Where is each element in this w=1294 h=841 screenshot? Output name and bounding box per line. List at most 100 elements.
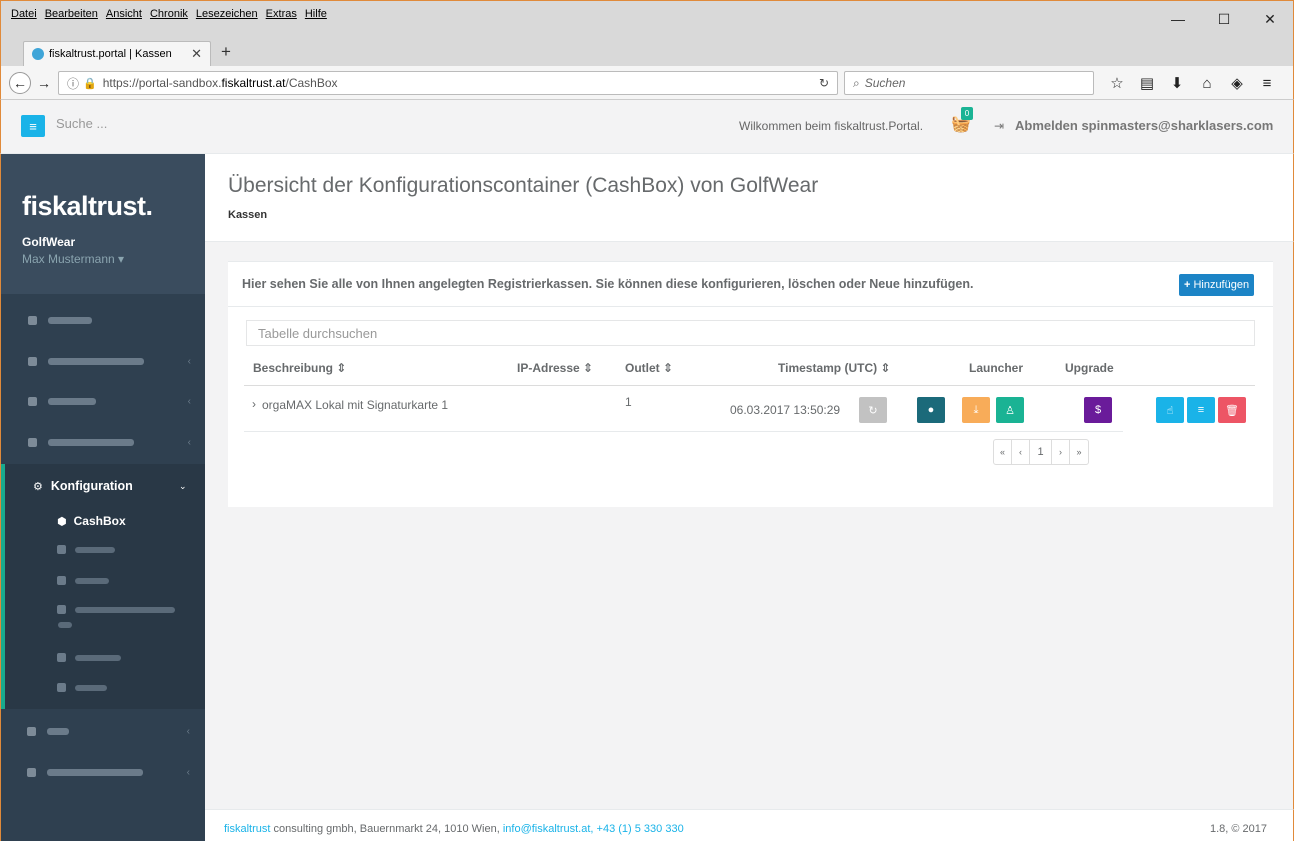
sidebar-item-uebersicht[interactable]	[1, 304, 205, 336]
globe-icon[interactable]: ●	[917, 397, 945, 423]
trash-icon[interactable]: 🗑	[1218, 397, 1246, 423]
col-header-description[interactable]: Beschreibung ⇕	[253, 361, 346, 375]
app-search-input[interactable]: Suche ...	[56, 116, 107, 131]
pocket-icon[interactable]: ◈	[1225, 72, 1249, 94]
col-header-ip[interactable]: IP-Adresse ⇕	[517, 361, 593, 375]
wrench-icon	[57, 683, 66, 692]
sidebar-sub-template[interactable]	[57, 653, 121, 662]
menu-datei[interactable]: Datei	[11, 8, 37, 20]
footer-brand-link[interactable]: fiskaltrust	[224, 823, 270, 835]
add-button[interactable]: + Hinzufügen	[1179, 274, 1255, 296]
menu-ansicht[interactable]: Ansicht	[106, 8, 142, 20]
info-icon[interactable]: ⓘ	[67, 75, 79, 92]
menu-chronik[interactable]: Chronik	[150, 8, 188, 20]
refresh-icon[interactable]: ↻	[859, 397, 887, 423]
chevron-left-icon: ‹	[187, 395, 191, 407]
menu-lesezeichen[interactable]: Lesezeichen	[196, 8, 258, 20]
pager-prev-button[interactable]: ‹	[1012, 440, 1030, 464]
new-tab-button[interactable]: +	[221, 42, 231, 62]
sidebar-sub-label	[75, 606, 175, 613]
pagination: « ‹ 1 › »	[993, 439, 1089, 465]
user-dropdown[interactable]: Max Mustermann ▾	[22, 252, 124, 266]
company-name: GolfWear	[22, 235, 76, 249]
browser-search-input[interactable]: ⌕ Suchen	[844, 71, 1094, 95]
col-header-timestamp[interactable]: Timestamp (UTC) ⇕	[778, 361, 891, 375]
sidebar-sub-scu-line2	[58, 622, 72, 628]
footer-phone-link[interactable]: , +43 (1) 5 330 330	[590, 823, 683, 835]
download-icon[interactable]: ⬇	[1165, 72, 1189, 94]
bookmark-star-icon[interactable]: ☆	[1105, 72, 1129, 94]
sidebar-sub-scu[interactable]	[57, 605, 175, 614]
logout-link[interactable]: Abmelden spinmasters@sharklasers.com	[1015, 118, 1273, 133]
sidebar-item-label	[48, 316, 92, 324]
chevron-left-icon: ‹	[186, 725, 190, 737]
sidebar-sub-cashbox[interactable]: ⬢ CashBox	[57, 514, 126, 528]
sidebar-sub-helper[interactable]	[57, 576, 109, 585]
browser-toolbar: ☆ ▤ ⬇ ⌂ ◈ ≡	[1105, 72, 1279, 94]
sidebar-item-kassenbetreiber[interactable]: ‹	[1, 426, 205, 458]
pager-last-button[interactable]: »	[1070, 440, 1088, 464]
close-window-button[interactable]: ✕	[1247, 1, 1293, 37]
pager-page-button[interactable]: 1	[1030, 440, 1052, 464]
sidebar-sub-queue[interactable]	[57, 545, 115, 554]
sidebar-item-konfiguration[interactable]: ⚙ Konfiguration	[33, 479, 133, 493]
browser-menus: Datei Bearbeiten Ansicht Chronik Lesezei…	[11, 8, 327, 20]
col-header-outlet[interactable]: Outlet ⇕	[625, 361, 673, 375]
row-expand-chevron-icon[interactable]: ›	[252, 397, 256, 411]
browser-navbar: ← → ⓘ 🔒 https://portal-sandbox. fiskaltru…	[0, 66, 1294, 100]
sidebar-item-shop[interactable]: ‹	[0, 715, 204, 747]
browser-menubar: Datei Bearbeiten Ansicht Chronik Lesezei…	[0, 0, 1294, 40]
reading-list-icon[interactable]: ▤	[1135, 72, 1159, 94]
forward-button[interactable]: →	[33, 72, 55, 94]
dashboard-icon	[28, 315, 37, 325]
logo[interactable]: fiskaltrust.	[22, 191, 153, 222]
back-button[interactable]: ←	[9, 72, 31, 94]
browser-tab[interactable]: fiskaltrust.portal | Kassen ✕	[23, 41, 211, 66]
sidebar-sub-label	[75, 654, 121, 661]
pointer-icon[interactable]: ☝	[1156, 397, 1184, 423]
menu-bearbeiten[interactable]: Bearbeiten	[45, 8, 98, 20]
sidebar-sub-label	[75, 577, 109, 584]
pager-first-button[interactable]: «	[994, 440, 1012, 464]
sidebar-sub-label: CashBox	[73, 514, 126, 528]
maximize-button[interactable]: ☐	[1201, 1, 1247, 37]
menu-extras[interactable]: Extras	[266, 8, 297, 20]
reload-icon[interactable]: ↻	[819, 76, 829, 90]
page-header: Übersicht der Konfigurationscontainer (C…	[205, 154, 1294, 242]
download-icon[interactable]: ⤓	[962, 397, 990, 423]
footer: fiskaltrust consulting gmbh, Bauernmarkt…	[205, 809, 1294, 841]
sidebar-item-label	[48, 438, 134, 446]
table-header-divider	[244, 385, 1255, 386]
sidebar-item-label	[48, 357, 144, 365]
table-search-input[interactable]: Tabelle durchsuchen	[246, 320, 1255, 346]
list-icon[interactable]: ≡	[1187, 397, 1215, 423]
logout-icon: ⇥	[994, 119, 1005, 133]
favicon-icon	[32, 48, 44, 60]
chevron-left-icon: ‹	[186, 766, 190, 778]
pager-next-button[interactable]: ›	[1052, 440, 1070, 464]
sidebar-item-wissensdatenbank[interactable]: ‹	[0, 756, 204, 788]
footer-address: consulting gmbh, Bauernmarkt 24, 1010 Wi…	[270, 823, 503, 835]
sidebar-item-company[interactable]: ‹	[1, 385, 205, 417]
hamburger-menu-icon[interactable]: ≡	[1255, 72, 1279, 94]
cell-description[interactable]: orgaMAX Lokal mit Signaturkarte 1	[262, 398, 448, 412]
sidebar-sub-label	[75, 546, 115, 553]
menu-toggle-button[interactable]: ≡	[21, 115, 45, 137]
sidebar-profile: fiskaltrust. GolfWear Max Mustermann ▾	[1, 154, 205, 294]
sidebar-item-user[interactable]: ‹	[1, 345, 205, 377]
home-icon[interactable]: ⌂	[1195, 72, 1219, 94]
linux-icon[interactable]: ♙	[996, 397, 1024, 423]
address-bar[interactable]: ⓘ 🔒 https://portal-sandbox. fiskaltrust.a…	[58, 71, 838, 95]
sidebar-sub-update[interactable]	[57, 683, 107, 692]
cube-icon: ⬢	[57, 515, 67, 528]
page-title: Übersicht der Konfigurationscontainer (C…	[228, 174, 819, 197]
dollar-icon[interactable]: $	[1084, 397, 1112, 423]
plus-icon: +	[1184, 279, 1191, 291]
sidebar-item-label	[48, 397, 96, 405]
menu-hilfe[interactable]: Hilfe	[305, 8, 327, 20]
minimize-button[interactable]: —	[1155, 1, 1201, 37]
sidebar-sub-label	[58, 622, 72, 628]
footer-email-link[interactable]: info@fiskaltrust.at	[503, 823, 591, 835]
breadcrumb[interactable]: Kassen	[228, 209, 267, 221]
tab-close-icon[interactable]: ✕	[191, 46, 202, 62]
